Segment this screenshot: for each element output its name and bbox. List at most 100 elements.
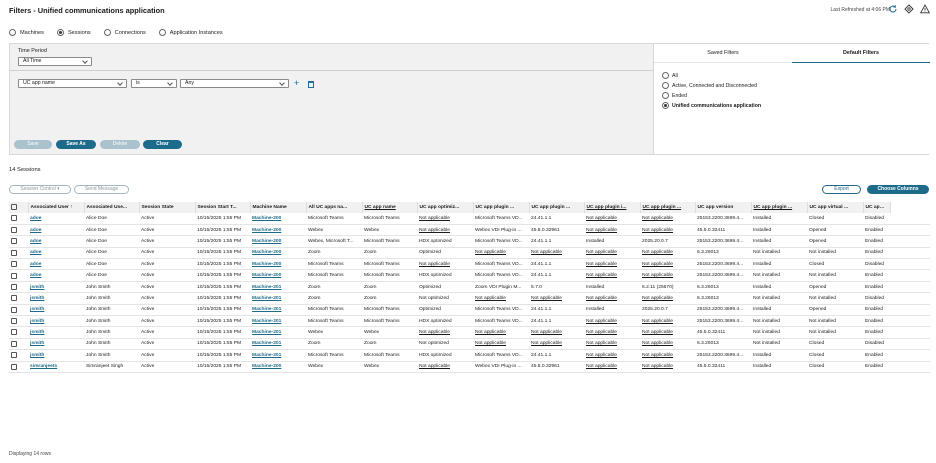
table-row[interactable]: simranjeets Simranjeet Singh Active 10/15/2…	[9, 361, 930, 373]
table-cell-link[interactable]: Machine-201	[250, 338, 306, 351]
view-option-sessions[interactable]: Sessions	[56, 29, 91, 36]
table-row[interactable]: adoe Alice Doe Active 10/15/2025 1:55 PM Mac…	[9, 269, 930, 282]
table-row[interactable]: adoe Alice Doe Active 10/15/2025 1:55 PM Mac…	[9, 224, 930, 237]
table-cell-link[interactable]: adoe	[28, 247, 84, 260]
settings-icon[interactable]	[904, 4, 914, 14]
warning-icon[interactable]	[919, 4, 931, 14]
column-header[interactable]: Associated User ↑	[28, 202, 85, 213]
save-button[interactable]: Save	[14, 140, 52, 149]
row-checkbox[interactable]	[11, 295, 17, 302]
default-filter-uc-application[interactable]: Unified communications application	[662, 102, 761, 109]
view-option-connections[interactable]: Connections	[103, 29, 146, 36]
column-header[interactable]: All UC apps na...	[306, 202, 363, 213]
row-checkbox[interactable]	[11, 318, 17, 325]
radio-machines[interactable]	[9, 29, 16, 36]
row-checkbox[interactable]	[11, 215, 17, 222]
table-cell-link[interactable]: Machine-200	[250, 247, 306, 260]
table-cell-link[interactable]: Machine-201	[250, 349, 306, 362]
column-header[interactable]: UC app version	[695, 202, 752, 213]
table-cell-link[interactable]: Machine-200	[250, 235, 306, 248]
table-cell-link[interactable]: Machine-200	[250, 213, 306, 225]
column-header[interactable]: UC app virtual ...	[807, 202, 864, 213]
row-checkbox[interactable]	[11, 272, 17, 279]
radio-sessions[interactable]	[56, 29, 64, 36]
table-cell-link[interactable]: simranjeets	[28, 361, 84, 373]
default-filter-ended[interactable]: Ended	[662, 92, 761, 99]
column-header[interactable]: UC app plugin i...	[584, 202, 641, 213]
row-checkbox[interactable]	[11, 249, 17, 256]
table-row[interactable]: jsmith John Smith Active 10/15/2025 1:55 PM…	[9, 338, 930, 351]
table-row[interactable]: jsmith John Smith Active 10/15/2025 1:55 PM…	[9, 281, 930, 294]
table-cell-link[interactable]: jsmith	[28, 315, 84, 328]
table-cell-link[interactable]: jsmith	[28, 281, 84, 294]
choose-columns-button[interactable]: Choose Columns	[867, 185, 929, 194]
table-cell-link[interactable]: Machine-201	[250, 281, 306, 294]
table-cell-link[interactable]: Machine-200	[250, 269, 306, 282]
column-header[interactable]: Session State	[139, 202, 196, 213]
table-row[interactable]: jsmith John Smith Active 10/15/2025 1:55 PM…	[9, 292, 930, 305]
table-cell-link[interactable]: Machine-201	[250, 304, 306, 317]
export-button[interactable]: Export	[822, 185, 861, 194]
view-option-machines[interactable]: Machines	[9, 29, 44, 36]
table-cell-link[interactable]: jsmith	[28, 349, 84, 362]
default-filter-all[interactable]: All	[662, 72, 761, 79]
delete-button[interactable]: Delete	[100, 140, 140, 149]
table-row[interactable]: adoe Alice Doe Active 10/15/2025 1:55 PM Mac…	[9, 258, 930, 271]
table-cell-link[interactable]: jsmith	[28, 304, 84, 317]
table-cell-link[interactable]: Machine-201	[250, 292, 306, 305]
row-checkbox[interactable]	[11, 352, 17, 359]
table-row[interactable]: jsmith John Smith Active 10/15/2025 1:55 PM…	[9, 315, 930, 328]
table-cell-link[interactable]: Machine-201	[250, 315, 306, 328]
clear-button[interactable]: Clear	[143, 140, 182, 149]
table-cell-link[interactable]: Machine-200	[250, 361, 306, 373]
table-row[interactable]: jsmith John Smith Active 10/15/2025 1:55 PM…	[9, 304, 930, 317]
row-checkbox[interactable]	[11, 340, 17, 347]
table-cell-link[interactable]: adoe	[28, 269, 84, 282]
table-cell-link[interactable]: adoe	[28, 258, 84, 271]
radio-uc-application[interactable]	[662, 102, 669, 109]
table-cell-link[interactable]: jsmith	[28, 338, 84, 351]
view-option-application-instances[interactable]: Application Instances	[158, 29, 223, 36]
add-filter-icon[interactable]: +	[294, 79, 299, 88]
column-header[interactable]: Associated Use...	[84, 202, 140, 213]
send-message-button[interactable]: Send Message	[74, 185, 129, 194]
table-cell-link[interactable]: adoe	[28, 235, 84, 248]
table-cell-link[interactable]: adoe	[28, 224, 84, 237]
time-period-select[interactable]: All Time	[18, 57, 92, 66]
save-as-button[interactable]: Save As	[56, 140, 96, 149]
tab-default-filters[interactable]: Default Filters	[792, 50, 930, 56]
row-checkbox[interactable]	[11, 306, 17, 313]
column-header[interactable]: UC app plugin ...	[473, 202, 530, 213]
column-header[interactable]: Machine Name	[250, 202, 307, 213]
table-row[interactable]: adoe Alice Doe Active 10/15/2025 1:55 PM Mac…	[9, 213, 930, 225]
column-header[interactable]: Session Start T...	[195, 202, 251, 213]
table-row[interactable]: jsmith John Smith Active 10/15/2025 1:55 PM…	[9, 349, 930, 362]
table-cell-link[interactable]: jsmith	[28, 292, 84, 305]
row-checkbox[interactable]	[11, 261, 17, 268]
refresh-icon[interactable]	[888, 4, 898, 14]
column-header[interactable]: UC app name	[362, 202, 418, 213]
table-cell-link[interactable]: Machine-201	[250, 326, 306, 339]
table-row[interactable]: adoe Alice Doe Active 10/15/2025 1:55 PM Mac…	[9, 235, 930, 248]
table-row[interactable]: adoe Alice Doe Active 10/15/2025 1:55 PM Mac…	[9, 247, 930, 260]
radio-application-instances[interactable]	[158, 29, 166, 36]
table-cell-link[interactable]: Machine-200	[250, 224, 306, 237]
radio-connections[interactable]	[103, 29, 111, 36]
radio-all[interactable]	[662, 72, 669, 79]
filter-operator-select[interactable]: is	[131, 79, 177, 88]
radio-active[interactable]	[662, 82, 669, 89]
select-all-checkbox[interactable]	[11, 204, 17, 211]
table-cell-link[interactable]: Machine-200	[250, 258, 306, 271]
default-filter-active[interactable]: Active, Connected and Disconnected	[662, 82, 761, 89]
row-checkbox[interactable]	[11, 238, 17, 245]
session-control-button[interactable]: Session Control ▾	[9, 185, 71, 194]
column-header[interactable]: UC app optimiz...	[417, 202, 474, 213]
row-checkbox[interactable]	[11, 226, 17, 233]
sort-ascending-icon[interactable]: ↑	[70, 205, 72, 210]
tab-saved-filters[interactable]: Saved Filters	[654, 50, 792, 56]
column-header[interactable]: UC app virtual ...	[863, 202, 891, 213]
column-header[interactable]: UC app plugin ...	[640, 202, 696, 213]
filter-value-select[interactable]: Any	[180, 79, 289, 88]
radio-ended[interactable]	[662, 92, 669, 99]
table-cell-link[interactable]: jsmith	[28, 326, 84, 339]
